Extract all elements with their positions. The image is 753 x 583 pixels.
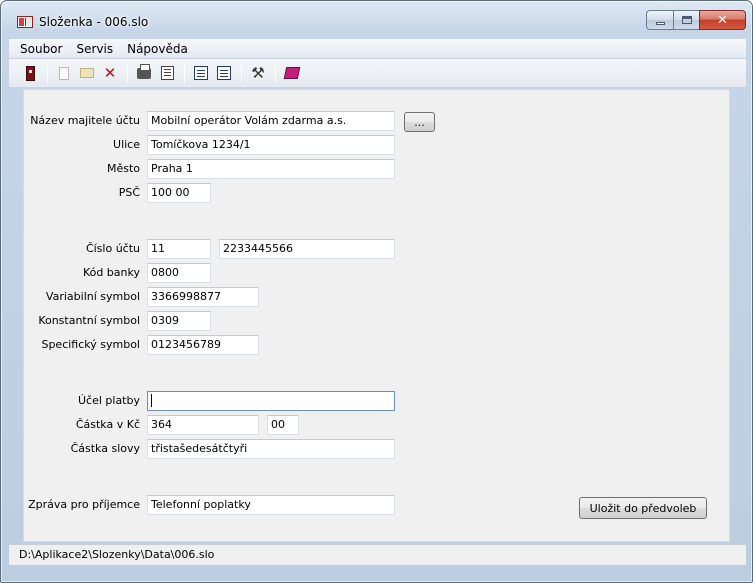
menu-napoveda[interactable]: Nápověda <box>120 42 195 56</box>
message-label: Zpráva pro příjemce <box>28 498 140 511</box>
variable-symbol-label: Variabilní symbol <box>45 290 140 303</box>
amount-words-field[interactable]: třistašedesátčtyři <box>147 439 395 459</box>
owner-name-field[interactable]: Mobilní operátor Volám zdarma a.s. <box>147 111 395 131</box>
toolbar-separator <box>184 64 185 82</box>
edit-list-icon <box>217 66 231 80</box>
book-icon <box>283 67 301 79</box>
status-file-path: D:\Aplikace2\Slozenky\Data\006.slo <box>19 548 215 561</box>
print-preview-icon <box>160 66 174 80</box>
edit-icon <box>194 66 208 80</box>
save-preset-button[interactable]: Uložit do předvoleb <box>579 497 707 519</box>
tools-button[interactable]: ⚒ <box>247 62 269 84</box>
app-window: Složenka - 006.slo ✕ Soubor Servis Nápov… <box>0 0 753 583</box>
help-book-button[interactable] <box>281 62 303 84</box>
specific-symbol-label: Specifický symbol <box>41 338 140 351</box>
message-field[interactable]: Telefonní poplatky <box>147 495 395 515</box>
owner-label: Název majitele účtu <box>30 114 140 127</box>
delete-button[interactable]: ✕ <box>99 62 121 84</box>
constant-symbol-field[interactable]: 0309 <box>147 311 211 331</box>
toolbar-separator <box>127 64 128 82</box>
title-bar[interactable]: Složenka - 006.slo ✕ <box>1 1 752 37</box>
zip-label: PSČ <box>118 186 140 199</box>
app-icon[interactable] <box>17 16 33 28</box>
toolbar-separator <box>275 64 276 82</box>
bank-code-label: Kód banky <box>82 266 140 279</box>
bank-code-field[interactable]: 0800 <box>147 263 211 283</box>
delete-icon: ✕ <box>103 63 117 82</box>
account-prefix-field[interactable]: 11 <box>147 239 211 259</box>
browse-owner-button[interactable]: ... <box>404 112 435 132</box>
new-button[interactable] <box>53 62 75 84</box>
new-icon <box>59 66 69 80</box>
print-preview-button[interactable] <box>156 62 178 84</box>
open-icon <box>80 68 94 78</box>
text-caret <box>151 393 152 407</box>
city-field[interactable]: Praha 1 <box>147 159 395 179</box>
city-label: Město <box>106 162 140 175</box>
window-bottom-frame <box>9 565 746 575</box>
menu-bar: Soubor Servis Nápověda <box>9 39 746 59</box>
account-label: Číslo účtu <box>85 242 140 255</box>
menu-soubor[interactable]: Soubor <box>13 42 69 56</box>
open-button[interactable] <box>76 62 98 84</box>
status-bar: D:\Aplikace2\Slozenky\Data\006.slo <box>9 544 746 565</box>
amount-label: Částka v Kč <box>75 418 140 431</box>
edit-button[interactable] <box>190 62 212 84</box>
print-icon <box>137 63 151 79</box>
amount-field[interactable]: 364 <box>147 415 259 435</box>
print-button[interactable] <box>133 62 155 84</box>
specific-symbol-field[interactable]: 0123456789 <box>147 335 259 355</box>
toolbar: ✕ ⚒ <box>9 59 746 87</box>
edit-list-button[interactable] <box>213 62 235 84</box>
close-button[interactable]: ✕ <box>699 10 746 30</box>
exit-button[interactable] <box>19 62 41 84</box>
account-number-field[interactable]: 2233445566 <box>219 239 395 259</box>
form-panel: Název majitele účtu Mobilní operátor Vol… <box>23 89 730 542</box>
zip-field[interactable]: 100 00 <box>147 183 211 203</box>
purpose-field[interactable] <box>147 391 395 411</box>
minimize-button[interactable] <box>646 10 673 30</box>
maximize-icon <box>681 16 692 24</box>
window-title: Složenka - 006.slo <box>39 15 149 29</box>
toolbar-separator <box>47 64 48 82</box>
purpose-label: Účel platby <box>77 394 140 407</box>
street-field[interactable]: Tomíčkova 1234/1 <box>147 135 395 155</box>
exit-icon <box>25 65 35 81</box>
constant-symbol-label: Konstantní symbol <box>38 314 140 327</box>
variable-symbol-field[interactable]: 3366998877 <box>147 287 259 307</box>
toolbar-separator <box>241 64 242 82</box>
window-controls: ✕ <box>646 10 746 30</box>
close-icon: ✕ <box>717 12 728 28</box>
amount-cents-field[interactable]: 00 <box>267 415 299 435</box>
amount-words-label: Částka slovy <box>70 442 140 455</box>
street-label: Ulice <box>113 138 140 151</box>
minimize-icon <box>655 21 665 25</box>
tools-icon: ⚒ <box>251 63 265 82</box>
menu-servis[interactable]: Servis <box>69 42 120 56</box>
maximize-button[interactable] <box>673 10 699 30</box>
